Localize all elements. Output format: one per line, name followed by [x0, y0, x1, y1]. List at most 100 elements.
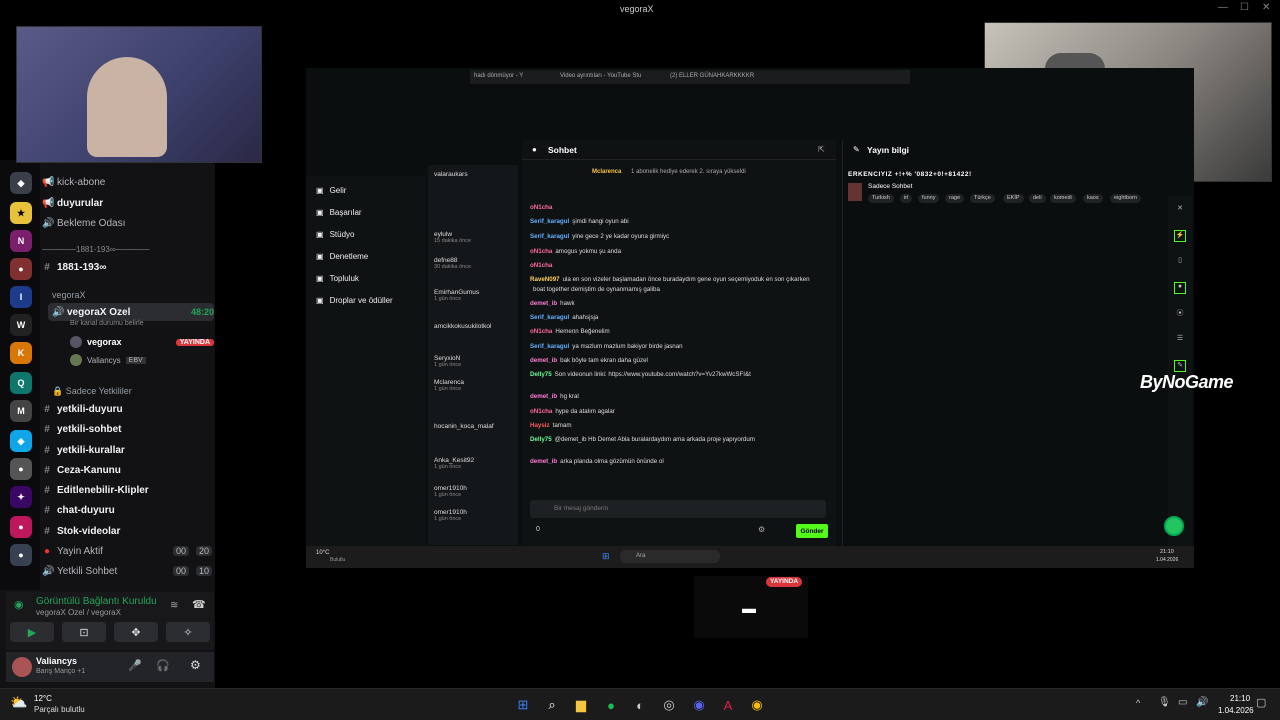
weather-temp[interactable]: 12°C — [34, 694, 52, 703]
headphones-icon[interactable]: 🎧 — [156, 659, 170, 672]
server-icon[interactable]: I — [10, 286, 32, 308]
server-icon[interactable]: ◈ — [10, 430, 32, 452]
nav-studyo[interactable]: ▣ Stüdyo — [316, 230, 354, 239]
channel-chat-duyuru[interactable]: # chat-duyuru — [42, 501, 212, 519]
microphone-icon[interactable]: 🎤 — [128, 659, 142, 672]
clock-time[interactable]: 21:10 — [1230, 694, 1250, 703]
maximize-icon[interactable]: ☐ — [1240, 2, 1249, 13]
send-button[interactable]: Gönder — [796, 524, 828, 538]
nav-basarilar[interactable]: ▣ Başarılar — [316, 208, 362, 217]
start-icon[interactable]: ⊞ — [602, 551, 610, 562]
nav-droplar[interactable]: ▣ Droplar ve ödüller — [316, 296, 393, 305]
server-icon[interactable]: ● — [10, 258, 32, 280]
status-indicator[interactable] — [1164, 516, 1184, 536]
stream-tag[interactable]: Türkçe — [970, 194, 995, 203]
spotify-icon[interactable]: ● — [602, 696, 620, 714]
stream-tag[interactable]: irl — [900, 194, 913, 203]
chat-username[interactable]: Serif_karagul — [530, 314, 569, 321]
category-vegorax[interactable]: vegoraX — [52, 290, 86, 300]
network-icon[interactable]: ▭ — [1178, 697, 1187, 708]
popout-icon[interactable]: ⇱ — [818, 145, 825, 154]
settings-icon[interactable]: ⚙ — [758, 525, 765, 534]
chat-username[interactable]: demet_ib — [530, 300, 557, 307]
server-icon[interactable]: ✦ — [10, 486, 32, 508]
stream-tag[interactable]: deli — [1029, 194, 1046, 203]
channel-duyurular[interactable]: 📢 duyurular — [42, 194, 212, 212]
lightning-icon[interactable]: ⚡ — [1174, 230, 1186, 242]
activities-button[interactable]: ✥ — [114, 622, 158, 642]
list-icon[interactable]: ☰ — [1174, 334, 1186, 346]
channel-editlenebilir-klipler[interactable]: # Editlenebilir-Klipler — [42, 481, 212, 499]
notification-icon[interactable]: ▢ — [1256, 696, 1266, 709]
chat-bubble-icon[interactable]: ● — [1174, 282, 1186, 294]
channel-1881[interactable]: #1881-193∞ — [42, 258, 212, 276]
voice-channel-active[interactable]: 🔊 vegoraX Ozel 48:20 — [48, 303, 214, 321]
broadcast-icon[interactable]: ⦿ — [1174, 308, 1186, 320]
chrome-icon[interactable]: ◉ — [748, 696, 766, 714]
chat-username[interactable]: oN1cha — [530, 204, 552, 211]
stream-tag[interactable]: Turkish — [868, 194, 894, 203]
server-icon[interactable]: ◆ — [10, 172, 32, 194]
channel-yetkili-kurallar[interactable]: # yetkili-kurallar — [42, 441, 212, 459]
voice-user[interactable]: vegorax YAYINDA — [70, 333, 214, 351]
stream-tag[interactable]: funny — [918, 194, 940, 203]
avatar[interactable] — [12, 657, 32, 677]
stream-tag[interactable]: kaos — [1083, 194, 1103, 203]
settings-icon[interactable]: ⚙ — [190, 658, 201, 672]
nav-gelir[interactable]: ▣ Gelir — [316, 186, 346, 195]
server-icon[interactable]: M — [10, 400, 32, 422]
close-icon[interactable]: ✕ — [1174, 204, 1186, 216]
server-icon[interactable]: ★ — [10, 202, 32, 224]
search-icon[interactable]: ⌕ — [543, 696, 561, 714]
channel-yetkili-sohbet[interactable]: # yetkili-sohbet — [42, 420, 212, 438]
stream-tag[interactable]: rage — [945, 194, 965, 203]
channel-yayin-aktif[interactable]: ● Yayin Aktif 00 20 — [42, 542, 212, 560]
stream-tag[interactable]: eightborn — [1110, 194, 1141, 203]
minimize-icon[interactable]: — — [1218, 2, 1228, 13]
chat-username[interactable]: Delly75 — [530, 436, 552, 443]
screen-share-button[interactable]: ⊡ — [62, 622, 106, 642]
chat-username[interactable]: RaveN097 — [530, 276, 560, 283]
close-icon[interactable]: ✕ — [1262, 2, 1270, 13]
adobe-icon[interactable]: A — [719, 696, 737, 714]
chat-username[interactable]: Delly75 — [530, 371, 552, 378]
chat-username[interactable]: oN1cha — [530, 262, 552, 269]
channel-stok-videolar[interactable]: # Stok-videolar — [42, 522, 212, 540]
stream-tag[interactable]: komedi — [1050, 194, 1076, 203]
chat-username[interactable]: oN1cha — [530, 248, 552, 255]
category-admins[interactable]: 🔒 Sadece Yetkililer — [52, 386, 132, 397]
server-icon[interactable]: ● — [10, 544, 32, 566]
start-icon[interactable]: ⊞ — [514, 696, 532, 714]
microphone-icon[interactable]: 🎙 — [1158, 697, 1171, 708]
document-icon[interactable]: ▯ — [1174, 256, 1186, 268]
volume-icon[interactable]: 🔊 — [1196, 697, 1208, 708]
discord-icon[interactable]: ◉ — [690, 696, 708, 714]
server-icon[interactable]: K — [10, 342, 32, 364]
chat-username[interactable]: demet_ib — [530, 357, 557, 364]
chat-username[interactable]: Serif_karagul — [530, 343, 569, 350]
channel-yetkili-sohbet-voice[interactable]: 🔊 Yetkili Sohbet 00 10 — [42, 562, 212, 580]
server-icon[interactable]: W — [10, 314, 32, 336]
chat-username[interactable]: oN1cha — [530, 408, 552, 415]
stream-tag[interactable]: EKİP — [1003, 194, 1024, 203]
camera-button[interactable]: ▶ — [10, 622, 54, 642]
server-icon[interactable]: N — [10, 230, 32, 252]
folder-icon[interactable]: ▆ — [572, 696, 590, 714]
nav-topluluk[interactable]: ▣ Topluluk — [316, 274, 359, 283]
connection-status[interactable]: Görüntülü Bağlantı Kuruldu — [36, 596, 157, 607]
noise-suppression-icon[interactable]: ≋ — [170, 600, 178, 611]
chat-username[interactable]: demet_ib — [530, 393, 557, 400]
tools-icon[interactable]: ✎ — [1174, 360, 1186, 372]
chat-username[interactable]: Serif_karagul — [530, 233, 569, 240]
steam-icon[interactable]: ◐ — [631, 696, 649, 714]
soundboard-button[interactable]: ✧ — [166, 622, 210, 642]
voice-user[interactable]: Valiancys EBV — [70, 351, 214, 369]
chat-username[interactable]: Serif_karagul — [530, 218, 569, 225]
nav-denetleme[interactable]: ▣ Denetleme — [316, 252, 368, 261]
stream-category[interactable]: Sadece Sohbet — [868, 183, 912, 190]
chat-username[interactable]: Haysiz — [530, 422, 550, 429]
server-icon[interactable]: ● — [10, 516, 32, 538]
channel-status-hint[interactable]: Bir kanal durumu belirle — [70, 320, 144, 327]
channel-ceza-kanunu[interactable]: # Ceza-Kanunu — [42, 461, 212, 479]
channel-yetkili-duyuru[interactable]: # yetkili-duyuru — [42, 400, 212, 418]
